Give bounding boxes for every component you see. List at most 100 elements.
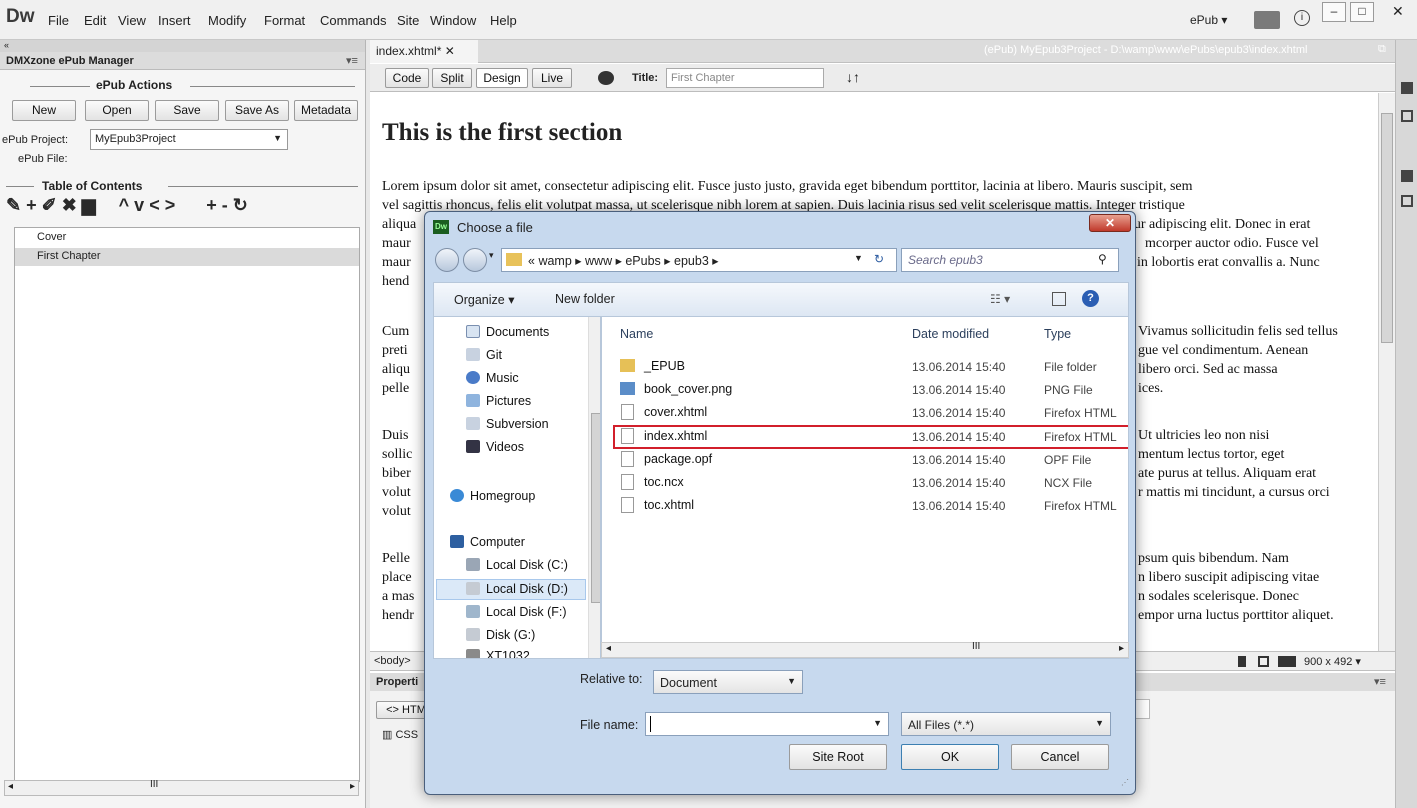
scroll-left-icon[interactable]: ◂ (8, 781, 13, 792)
metadata-button[interactable]: Metadata (294, 100, 358, 121)
breadcrumb-item-wamp[interactable]: wamp (538, 254, 571, 268)
scroll-right-icon[interactable]: ▸ (350, 781, 355, 792)
panel-menu-icon[interactable]: ▾≡ (346, 54, 358, 67)
close-window-icon[interactable]: ✕ (1392, 3, 1404, 20)
scroll-grip-icon[interactable]: III (150, 779, 158, 790)
pencil-icon[interactable]: ✐ (42, 195, 62, 215)
panel-icon[interactable] (1401, 110, 1413, 122)
maximize-button[interactable]: □ (1350, 2, 1374, 22)
menu-edit[interactable]: Edit (84, 13, 106, 28)
menu-modify[interactable]: Modify (208, 13, 246, 28)
menu-file[interactable]: File (48, 13, 69, 28)
panel-icon[interactable] (1401, 82, 1413, 94)
relative-to-select[interactable]: Document ▼ (653, 670, 803, 694)
breadcrumb-item-epub3[interactable]: epub3 (674, 254, 709, 268)
file-name[interactable]: _EPUB (644, 359, 685, 373)
file-list-hscrollbar[interactable]: ◂ III ▸ (601, 641, 1129, 658)
live-view-button[interactable]: Live (532, 68, 572, 88)
file-name[interactable]: index.xhtml (644, 429, 707, 443)
scroll-grip-icon[interactable]: III (972, 641, 980, 652)
column-name[interactable]: Name (620, 327, 653, 341)
tablet-size-icon[interactable] (1258, 656, 1269, 667)
remove-child-icon[interactable]: - (222, 195, 233, 215)
scroll-thumb[interactable] (591, 413, 600, 603)
file-name[interactable]: book_cover.png (644, 382, 732, 396)
close-tab-icon[interactable]: ✕ (445, 44, 455, 58)
search-icon[interactable]: ⚲ (1098, 252, 1107, 266)
save-button[interactable]: Save (155, 100, 219, 121)
project-select[interactable]: MyEpub3Project ▼ (90, 129, 288, 150)
site-root-button[interactable]: Site Root (789, 744, 887, 770)
menu-help[interactable]: Help (490, 13, 517, 28)
organize-menu[interactable]: Organize ▾ (454, 292, 514, 307)
refresh-icon[interactable]: ↻ (874, 252, 884, 266)
nav-disk-g[interactable]: Disk (G:) (486, 628, 535, 642)
address-dropdown-icon[interactable]: ▼ (854, 253, 863, 263)
ok-button[interactable]: OK (901, 744, 999, 770)
nav-homegroup[interactable]: Homegroup (470, 489, 535, 503)
mobile-size-icon[interactable] (1238, 656, 1246, 667)
horizontal-scrollbar[interactable]: ◂ III ▸ (4, 779, 359, 796)
workspace-switcher[interactable]: ePub ▾ (1190, 13, 1227, 27)
restore-icon[interactable]: ⧉ (1378, 43, 1386, 56)
save-as-button[interactable]: Save As (225, 100, 289, 121)
chevron-down-icon[interactable]: ▼ (873, 718, 882, 728)
nav-videos[interactable]: Videos (486, 440, 524, 454)
menu-view[interactable]: View (118, 13, 146, 28)
breadcrumb-item-epubs[interactable]: ePubs (625, 254, 660, 268)
window-size-dropdown[interactable]: 900 x 492 ▾ (1304, 655, 1361, 668)
tab-index-xhtml[interactable]: index.xhtml* ✕ (370, 40, 478, 63)
address-bar[interactable]: « wamp ▸ www ▸ ePubs ▸ epub3 ▸ ▼ ↻ (501, 248, 897, 272)
info-icon[interactable]: i (1294, 10, 1310, 26)
globe-icon[interactable] (598, 71, 614, 85)
new-folder-button[interactable]: New folder (555, 292, 615, 306)
indent-icon[interactable]: > (165, 195, 181, 215)
nav-computer[interactable]: Computer (470, 535, 525, 549)
nav-xt1032[interactable]: XT1032 (486, 649, 530, 658)
nav-documents[interactable]: Documents (486, 325, 549, 339)
panel-icon[interactable] (1401, 170, 1413, 182)
menu-commands[interactable]: Commands (320, 13, 386, 28)
nav-local-disk-d[interactable]: Local Disk (D:) (486, 582, 568, 596)
add-child-icon[interactable]: + (206, 195, 222, 215)
nav-subversion[interactable]: Subversion (486, 417, 549, 431)
desktop-size-icon[interactable] (1278, 656, 1296, 667)
tag-selector[interactable]: <body> (374, 655, 411, 667)
nav-scrollbar[interactable] (588, 317, 600, 658)
outdent-icon[interactable]: < (149, 195, 165, 215)
nav-git[interactable]: Git (486, 348, 502, 362)
back-button[interactable] (435, 248, 459, 272)
minimize-button[interactable]: – (1322, 2, 1346, 22)
menu-window[interactable]: Window (430, 13, 476, 28)
recent-locations-icon[interactable]: ▾ (489, 250, 494, 261)
column-type[interactable]: Type (1044, 327, 1071, 341)
code-view-button[interactable]: Code (385, 68, 429, 88)
nav-local-disk-c[interactable]: Local Disk (C:) (486, 558, 568, 572)
file-name[interactable]: toc.ncx (644, 475, 684, 489)
panel-menu-icon[interactable]: ▾≡ (1374, 675, 1386, 688)
move-down-icon[interactable]: v (134, 195, 149, 215)
delete-icon[interactable]: ✖ (62, 195, 82, 215)
file-management-icon[interactable]: ↓↑ (846, 69, 860, 85)
resize-grip-icon[interactable]: ⋰ (1121, 778, 1129, 787)
file-name[interactable]: cover.xhtml (644, 405, 707, 419)
forward-button[interactable] (463, 248, 487, 272)
scroll-thumb[interactable] (1381, 113, 1393, 343)
panel-collapse-bar[interactable]: « (0, 40, 365, 52)
move-up-icon[interactable]: ^ (119, 195, 135, 215)
add-icon[interactable]: + (26, 195, 42, 215)
menu-format[interactable]: Format (264, 13, 305, 28)
cancel-button[interactable]: Cancel (1011, 744, 1109, 770)
sync-icon[interactable] (1254, 11, 1280, 29)
help-icon[interactable]: ? (1082, 290, 1099, 307)
menu-site[interactable]: Site (397, 13, 419, 28)
css-properties-button[interactable]: ▥ CSS (382, 728, 418, 741)
design-view-button[interactable]: Design (476, 68, 528, 88)
breadcrumb-item-www[interactable]: www (585, 254, 612, 268)
breadcrumb-overflow[interactable]: « (528, 254, 535, 268)
new-button[interactable]: New (12, 100, 76, 121)
open-button[interactable]: Open (85, 100, 149, 121)
title-input[interactable]: First Chapter (666, 68, 824, 88)
nav-music[interactable]: Music (486, 371, 519, 385)
trash-icon[interactable]: ▆ (82, 195, 101, 215)
